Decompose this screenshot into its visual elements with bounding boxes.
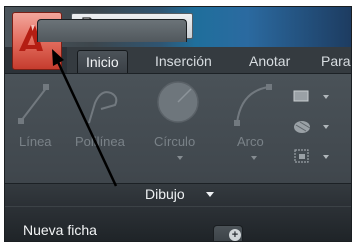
hatch-dropdown-icon[interactable] [323, 125, 329, 129]
ribbon-tab-bar: Inicio Inserción Anotar Parar [67, 47, 351, 73]
panel-title-dibujo[interactable]: Dibujo [145, 186, 185, 202]
circle-dropdown-icon[interactable] [177, 156, 183, 160]
tab-parar[interactable]: Parar [313, 50, 351, 72]
gradient-icon[interactable] [292, 147, 314, 165]
doc-tab-label: Nueva ficha [23, 222, 97, 238]
tab-anotar[interactable]: Anotar [241, 50, 298, 72]
polyline-icon[interactable] [83, 83, 125, 127]
arc-tool-label: Arco [237, 134, 264, 149]
line-tool-label: Línea [19, 134, 52, 149]
circle-tool-label: Círculo [154, 134, 196, 149]
hatch-icon[interactable] [292, 117, 314, 135]
gradient-dropdown-icon[interactable] [323, 155, 329, 159]
rectangle-dropdown-icon[interactable] [323, 95, 329, 99]
tab-inicio[interactable]: Inicio [77, 50, 128, 73]
chevron-down-icon[interactable] [206, 192, 214, 197]
autocad-window: Inicio Inserción Anotar Parar Línea Poli… [4, 6, 352, 242]
doc-tab-nueva-ficha[interactable] [37, 19, 187, 42]
plus-icon: + [229, 229, 241, 241]
polyline-tool-label: Polilínea [75, 134, 125, 149]
arc-icon[interactable] [231, 81, 275, 127]
tab-insercion[interactable]: Inserción [147, 50, 220, 72]
circle-icon[interactable] [155, 79, 201, 125]
line-icon[interactable] [17, 81, 53, 127]
rectangle-icon[interactable] [292, 87, 314, 105]
arc-dropdown-icon[interactable] [251, 156, 257, 160]
